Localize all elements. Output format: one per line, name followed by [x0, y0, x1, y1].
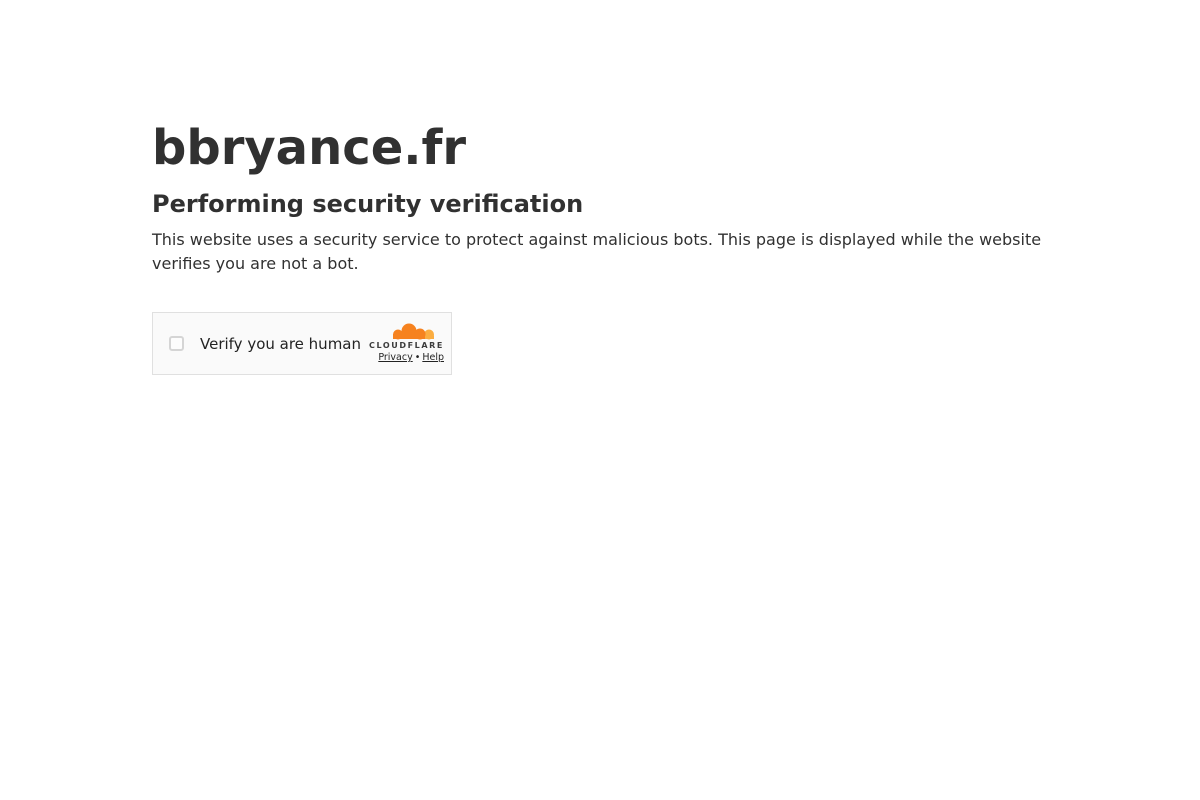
- challenge-description: This website uses a security service to …: [152, 230, 1042, 273]
- widget-privacy-link[interactable]: Privacy: [378, 352, 412, 363]
- content-column: bbryance.fr Performing security verifica…: [152, 120, 1048, 375]
- cloudflare-cloud-icon: [393, 323, 434, 340]
- page-title: bbryance.fr: [152, 120, 467, 176]
- verify-checkbox[interactable]: [169, 336, 184, 351]
- dot-separator: •: [414, 352, 421, 363]
- widget-links: Privacy • Help: [378, 352, 444, 364]
- verify-label: Verify you are human: [200, 334, 362, 353]
- turnstile-widget: Verify you are human CLOUDFLARE Privacy •…: [152, 312, 452, 375]
- cloudflare-brand-block: CLOUDFLARE Privacy • Help: [369, 323, 444, 364]
- cloudflare-wordmark: CLOUDFLARE: [369, 341, 444, 350]
- widget-help-link[interactable]: Help: [422, 352, 444, 363]
- security-verification-heading: Performing security verification: [152, 190, 584, 218]
